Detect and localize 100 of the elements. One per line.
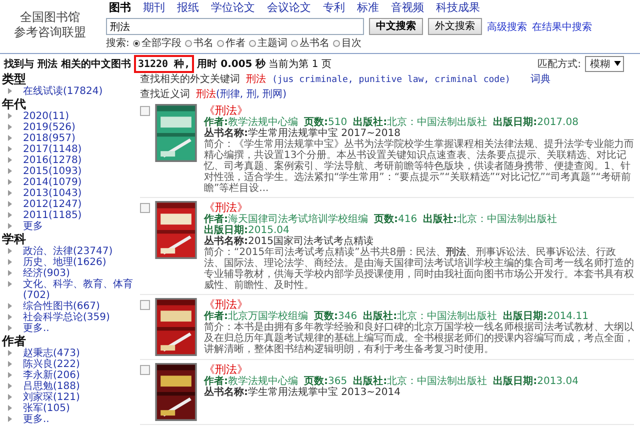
facet-link[interactable]: 2018(957) xyxy=(23,133,76,144)
facet-link[interactable]: 李永新(206) xyxy=(23,370,80,381)
search-field[interactable]: 刑法 xyxy=(106,18,364,35)
scope-radio[interactable]: 目次 xyxy=(333,37,362,50)
category-tab[interactable]: 科技成果 xyxy=(433,1,483,15)
match-dropdown[interactable]: 模糊 xyxy=(585,56,624,72)
facet-link[interactable]: 综合性图书(667) xyxy=(23,301,100,312)
category-tab[interactable]: 期刊 xyxy=(140,1,168,15)
bullet-icon xyxy=(8,124,12,130)
bullet-icon xyxy=(8,416,12,422)
caret-icon xyxy=(614,61,621,66)
facet-link[interactable]: 社会科学总论(359) xyxy=(23,312,110,323)
bullet-icon xyxy=(8,350,12,356)
facet-link[interactable]: 2014(1079) xyxy=(23,177,82,188)
book-detail: 出版社:北京：中国法制出版社 xyxy=(423,214,558,225)
bullet-icon xyxy=(8,361,12,367)
search-time: 用时 0.005 秒 xyxy=(197,58,266,70)
book-title[interactable]: 《刑法》 xyxy=(204,201,634,214)
category-tab[interactable]: 图书 xyxy=(106,1,134,15)
book-summary: 简介：《学生常用法规掌中宝》丛书为法学院校学生掌握课程相关法律法规、提升法学专业能力而精心编撰，共设置13个分册。本丛书设置关键知识点速查表、法条要点提示、关联精选、对比记忆、司考真题、案例索引、学法导航、考研前瞻等特色版块，供读者随身携带、便捷查阅。1、针对性强，适合学生。选法紧扣“学生常用”：“要点提示”“关联精选”“对比记忆”“司考真题”“考研前瞻”等栏目设... xyxy=(204,139,634,194)
bullet-icon xyxy=(8,201,12,207)
book-detail: 出版社:北京：中国法制出版社 xyxy=(353,376,488,387)
search-link[interactable]: 在结果中搜索 xyxy=(532,20,592,34)
category-tab[interactable]: 学位论文 xyxy=(208,1,258,15)
select-checkbox[interactable] xyxy=(140,300,150,310)
bullet-icon xyxy=(8,88,12,94)
book-detail: 作者:海天国律司法考试培训学校组编 xyxy=(204,214,368,225)
book-detail: 出版日期:2017.08 xyxy=(493,117,578,128)
search-button[interactable]: 外文搜索 xyxy=(428,18,482,35)
search-link[interactable]: 高级搜索 xyxy=(487,20,527,34)
facet-link[interactable]: 更多.. xyxy=(23,414,50,425)
select-checkbox[interactable] xyxy=(140,106,150,116)
facet-link[interactable]: 在线试读(17824) xyxy=(23,86,103,97)
category-tab[interactable]: 会议论文 xyxy=(264,1,314,15)
facet-link[interactable]: 陈兴良(222) xyxy=(23,359,80,370)
facet-link[interactable]: 刘家琛(121) xyxy=(23,392,80,403)
book-summary: 简介：本书是由拥有多年教学经验和良好口碑的北京万国学校一线名师根据司法考试教材、大纲以及在归总历年真题考试规律的基础上编写而成。全书根据老师们的授课内容编写而成，考点全面，讲解清晰，整体图书结构逻辑明朗，有利于考生备考复习时使用。 xyxy=(204,322,634,355)
category-tab[interactable]: 音视频 xyxy=(388,1,427,15)
bullet-icon xyxy=(8,146,12,152)
facet-link[interactable]: 2012(1247) xyxy=(23,199,82,210)
bullet-icon xyxy=(8,179,12,185)
bullet-icon xyxy=(8,157,12,163)
book-detail: 出版社:北京：中国法制出版社 xyxy=(363,311,498,322)
facet-link[interactable]: 赵秉志(473) xyxy=(23,348,80,359)
page-info: 当前为第 1 页 xyxy=(268,58,332,70)
facet-link[interactable]: 2017(1148) xyxy=(23,144,82,155)
series-name: 丛书名称:2015国家司法考试考点精读 xyxy=(204,236,374,247)
bullet-icon xyxy=(8,248,12,254)
facet-link[interactable]: 历史、地理(1626) xyxy=(23,257,106,268)
facet-link[interactable]: 2015(1093) xyxy=(23,166,82,177)
synonym-label: 查找近义词 xyxy=(140,89,190,101)
bullet-icon xyxy=(8,259,12,265)
facet-link[interactable]: 吕思勉(188) xyxy=(23,381,80,392)
keyword-link[interactable]: 刑法 xyxy=(246,74,266,86)
scope-radio[interactable]: 全部字段 xyxy=(133,37,182,50)
bullet-icon xyxy=(8,135,12,141)
facet-link[interactable]: 2020(11) xyxy=(23,111,69,122)
match-label: 匹配方式: xyxy=(538,58,581,70)
result-summary: 找到与 刑法 相关的中文图书 xyxy=(4,58,131,70)
book-detail: 作者:教学法规中心编 xyxy=(204,376,298,387)
category-tab[interactable]: 报纸 xyxy=(174,1,202,15)
facet-link[interactable]: 政治、法律(23747) xyxy=(23,246,113,257)
bullet-icon xyxy=(8,270,12,276)
facet-heading: 年代 xyxy=(2,97,27,111)
scope-radio[interactable]: 丛书名 xyxy=(291,37,330,50)
book-title[interactable]: 《刑法》 xyxy=(204,363,578,376)
facet-link[interactable]: 更多.. xyxy=(23,323,50,334)
scope-radio[interactable]: 主题词 xyxy=(249,37,288,50)
category-tab[interactable]: 专利 xyxy=(320,1,348,15)
select-checkbox[interactable] xyxy=(140,365,150,375)
book-title[interactable]: 《刑法》 xyxy=(204,298,634,311)
select-checkbox[interactable] xyxy=(140,203,150,213)
facet-link[interactable]: 2016(1278) xyxy=(23,155,82,166)
bullet-icon xyxy=(8,281,12,287)
book-summary: 简介：“2015年司法考试考点精读”丛书共8册：民法、刑法、刑事诉讼法、民事诉讼法、行政法、国际法、理论法学、商经法。是由海天国律司法考试培训学校主编的集合司考一线名师打造的专业辅导教材，供海天学校内部学员授课使用，同时由我社面向图书市场公开发行。本套书具有权威性、前瞻性、及时性。 xyxy=(204,247,634,291)
bullet-icon xyxy=(8,212,12,218)
keyword-label: 查找相关的外文关键词 xyxy=(140,74,240,86)
facet-link[interactable]: 2019(526) xyxy=(23,122,76,133)
search-button[interactable]: 中文搜索 xyxy=(369,18,423,35)
result-count: 31220 种, xyxy=(134,54,194,72)
synonym-term[interactable]: 刑法 xyxy=(196,89,216,101)
scope-radio[interactable]: 书名 xyxy=(185,37,214,50)
series-name: 丛书名称:学生常用法规掌中宝 2017~2018 xyxy=(204,128,400,139)
facet-link[interactable]: 2013(1043) xyxy=(23,188,82,199)
bullet-icon xyxy=(8,190,12,196)
book-detail: 页数:510 xyxy=(304,117,348,128)
site-logo[interactable]: 全国图书馆 参考咨询联盟 xyxy=(0,0,100,50)
facet-heading: 学科 xyxy=(2,232,27,246)
facet-link[interactable]: 张军(105) xyxy=(23,403,70,414)
category-tab[interactable]: 标准 xyxy=(354,1,382,15)
translations-text: (jus criminale, punitive law, criminal code) xyxy=(272,74,510,86)
facet-heading: 作者 xyxy=(2,334,26,348)
dictionary-link[interactable]: 词典 xyxy=(530,74,550,86)
series-name: 丛书名称:学生常用法规掌中宝 2013~2014 xyxy=(204,387,402,398)
scope-radio[interactable]: 作者 xyxy=(217,37,246,50)
facet-link[interactable]: 文化、科学、教育、体育(702) xyxy=(23,279,140,301)
facet-link[interactable]: 经济(903) xyxy=(23,268,70,279)
facet-link[interactable]: 更多 xyxy=(23,221,43,232)
facet-link[interactable]: 2011(1185) xyxy=(23,210,82,221)
book-title[interactable]: 《刑法》 xyxy=(204,104,634,117)
